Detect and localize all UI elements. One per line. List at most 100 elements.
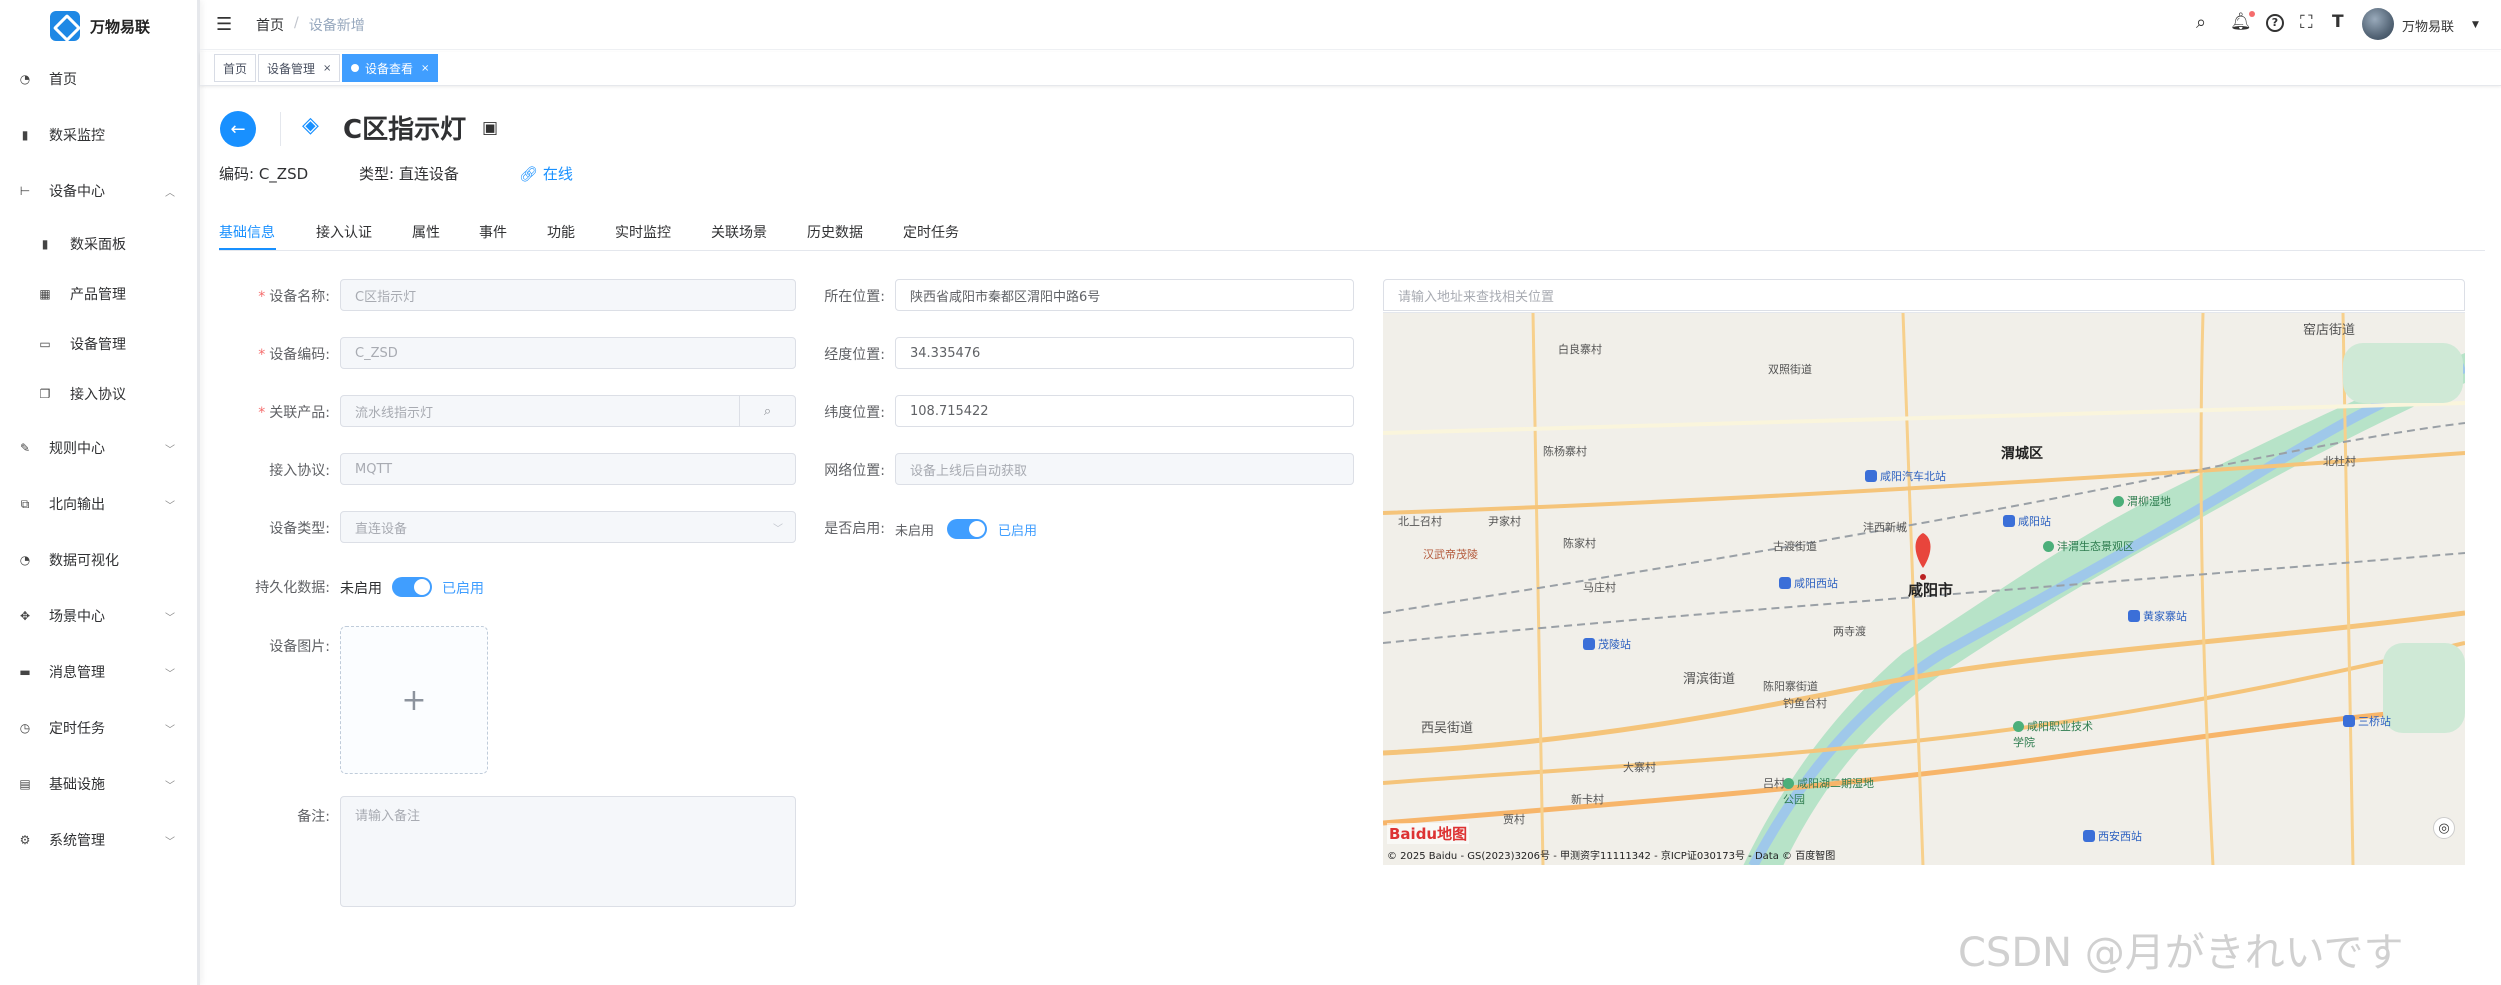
map-label: 陈阳寨街道	[1763, 680, 1818, 693]
dashboard-icon: ◔	[19, 553, 31, 567]
tab-scenes[interactable]: 关联场景	[711, 222, 767, 242]
hamburger-icon[interactable]: ☰	[216, 14, 232, 35]
sidebar: 万物易联 ◔ 首页 ▮ 数采监控 ⊢ 设备中心 ︿ ▮ 数采面板 ▦ 产品管理 ▭ 设备管理 …	[0, 0, 200, 985]
tab-auth[interactable]: 接入认证	[316, 222, 372, 242]
sidebar-item-infra[interactable]: ▤ 基础设施 ﹀	[0, 766, 197, 802]
breadcrumb: 首页 / 设备新增	[256, 15, 365, 35]
device-tree-icon: ⊢	[19, 184, 31, 198]
sidebar-item-messages[interactable]: ▬ 消息管理 ﹀	[0, 654, 197, 690]
tab-realtime[interactable]: 实时监控	[615, 222, 671, 242]
device-name-input[interactable]: C区指示灯	[340, 279, 796, 311]
map-label: 古渡街道	[1773, 540, 1817, 553]
caret-down-icon[interactable]: ▼	[2472, 20, 2479, 30]
map[interactable]: 咸阳市 渭城区 双照街道 白良寨村 陈杨寨村 窑店街道 北杜村 沣西新城 两寺渡…	[1383, 312, 2465, 865]
pencil-icon: ✎	[19, 441, 31, 455]
fullscreen-icon[interactable]: ⛶	[2300, 12, 2313, 33]
close-icon[interactable]: ×	[421, 63, 429, 74]
locate-icon[interactable]: ◎	[2433, 817, 2455, 839]
sidebar-item-monitor[interactable]: ▮ 数采监控	[0, 117, 197, 153]
dashboard-icon: ◔	[19, 72, 31, 86]
enable-on-label: 已启用	[998, 524, 1038, 539]
map-poi[interactable]: 三桥站	[2343, 713, 2391, 729]
map-label: 吕村	[1763, 777, 1785, 790]
sidebar-item-home[interactable]: ◔ 首页	[0, 61, 197, 97]
sidebar-item-protocol[interactable]: ❐ 接入协议	[0, 376, 197, 412]
sidebar-item-rules[interactable]: ✎ 规则中心 ﹀	[0, 430, 197, 466]
font-size-icon[interactable]: T	[2332, 12, 2344, 32]
map-park-poi[interactable]: 渭柳湿地	[2113, 493, 2171, 509]
copy-icon: ❐	[39, 387, 51, 401]
map-poi[interactable]: 茂陵站	[1583, 636, 1631, 652]
remark-textarea[interactable]: 请输入备注	[340, 796, 796, 907]
sidebar-item-panel[interactable]: ▮ 数采面板	[0, 226, 197, 262]
map-label: 北上召村	[1398, 515, 1442, 528]
tag-device-manage[interactable]: 设备管理 ×	[258, 54, 341, 82]
protocol-input[interactable]: MQTT	[340, 453, 796, 485]
tab-history[interactable]: 历史数据	[807, 222, 863, 242]
sidebar-item-device[interactable]: ▭ 设备管理	[0, 326, 197, 362]
network-input[interactable]: 设备上线后自动获取	[895, 453, 1354, 485]
sidebar-item-scenes[interactable]: ✥ 场景中心 ﹀	[0, 598, 197, 634]
map-poi[interactable]: 西安西站	[2083, 828, 2142, 844]
tab-timer[interactable]: 定时任务	[903, 222, 959, 242]
map-copyright: © 2025 Baidu - GS(2023)3206号 - 甲测资字11111…	[1387, 851, 1836, 862]
location-input[interactable]: 陕西省咸阳市秦都区渭阳中路6号	[895, 279, 1354, 311]
map-city-label: 咸阳市	[1908, 581, 1954, 599]
breadcrumb-home[interactable]: 首页	[256, 15, 284, 35]
map-park-poi[interactable]: 咸阳湖二期湿地公园	[1783, 775, 1879, 807]
tag-device-view[interactable]: 设备查看 ×	[342, 54, 439, 82]
avatar[interactable]	[2362, 8, 2394, 40]
sidebar-item-visualization[interactable]: ◔ 数据可视化	[0, 542, 197, 578]
map-poi[interactable]: 咸阳站	[2003, 513, 2051, 529]
tab-events[interactable]: 事件	[479, 222, 507, 242]
chevron-down-icon: ﹀	[165, 780, 175, 792]
active-dot-icon	[351, 64, 359, 72]
tag-home[interactable]: 首页	[214, 54, 257, 82]
map-label: 白良寨村	[1558, 343, 1602, 356]
sidebar-item-system[interactable]: ⚙ 系统管理 ﹀	[0, 822, 197, 858]
search-icon[interactable]: ⌕	[2196, 12, 2206, 33]
map-search-input[interactable]: 请输入地址来查找相关位置	[1383, 279, 2465, 311]
app-logo[interactable]: 万物易联	[50, 8, 150, 44]
product-input[interactable]: 流水线指示灯 ⌕	[340, 395, 796, 427]
search-icon[interactable]: ⌕	[739, 396, 795, 426]
map-park-poi[interactable]: 沣渭生态景观区	[2043, 538, 2134, 554]
map-poi[interactable]: 咸阳汽车北站	[1865, 468, 1946, 484]
persist-switch[interactable]	[392, 577, 432, 597]
sidebar-item-timers[interactable]: ◷ 定时任务 ﹀	[0, 710, 197, 746]
map-label: 大寨村	[1623, 761, 1656, 774]
persist-off-label: 未启用	[340, 581, 382, 597]
map-label: 钓鱼台村	[1783, 697, 1827, 710]
map-poi[interactable]: 黄家寨站	[2128, 608, 2187, 624]
qrcode-icon[interactable]: ▣	[482, 118, 498, 138]
tab-basic-info[interactable]: 基础信息	[219, 222, 275, 242]
baidu-logo: Baidu地图	[1387, 823, 1470, 844]
sidebar-item-device-center[interactable]: ⊢ 设备中心 ︿	[0, 173, 197, 209]
latitude-input[interactable]: 108.715422	[895, 395, 1354, 427]
help-icon[interactable]: ?	[2266, 14, 2284, 32]
user-name[interactable]: 万物易联	[2402, 16, 2454, 35]
bell-icon[interactable]: 🔔︎	[2230, 11, 2255, 32]
device-type-select[interactable]: 直连设备 ﹀	[340, 511, 796, 543]
map-label: 马庄村	[1583, 581, 1616, 594]
status-badge: 🔗︎ 在线	[519, 165, 573, 183]
close-icon[interactable]: ×	[323, 63, 331, 74]
map-label: 两寺渡	[1833, 625, 1866, 638]
image-upload[interactable]: +	[340, 626, 488, 774]
device-code-input[interactable]: C_ZSD	[340, 337, 796, 369]
enable-switch[interactable]	[947, 519, 987, 539]
sidebar-item-product[interactable]: ▦ 产品管理	[0, 276, 197, 312]
logo-icon	[50, 11, 80, 41]
enable-off-label: 未启用	[895, 524, 935, 539]
label-protocol: 接入协议:	[269, 463, 330, 479]
tab-properties[interactable]: 属性	[412, 222, 440, 242]
tab-functions[interactable]: 功能	[547, 222, 575, 242]
map-label: 渭滨街道	[1683, 672, 1736, 687]
longitude-input[interactable]: 34.335476	[895, 337, 1354, 369]
sidebar-item-northbound[interactable]: ⧉ 北向输出 ﹀	[0, 486, 197, 522]
map-poi[interactable]: 咸阳西站	[1779, 575, 1838, 591]
back-button[interactable]: ←	[220, 111, 256, 147]
map-sight-label: 汉武帝茂陵	[1423, 548, 1478, 561]
share-icon: ⧉	[20, 496, 30, 511]
map-park-poi[interactable]: 咸阳职业技术学院	[2013, 718, 2093, 750]
